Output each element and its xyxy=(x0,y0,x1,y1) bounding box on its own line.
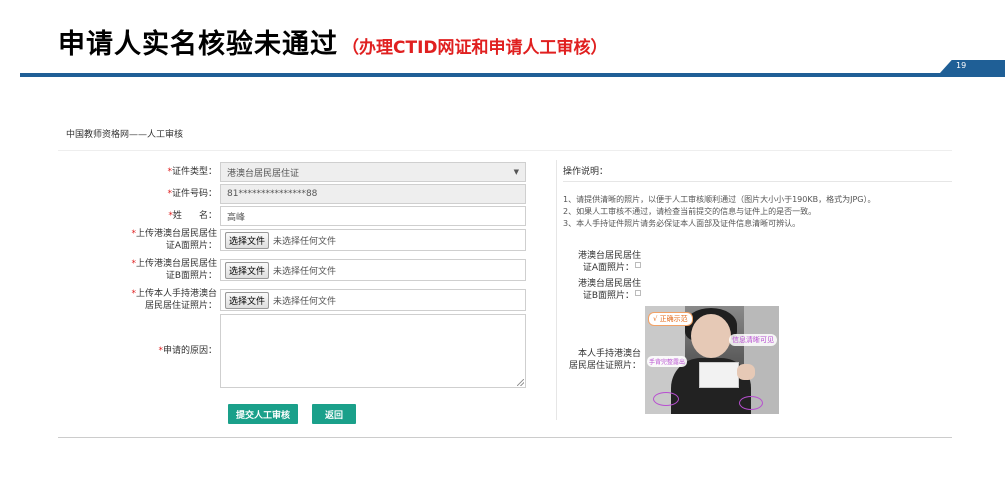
upload-handheld-file-input[interactable]: 选择文件 未选择任何文件 xyxy=(220,289,526,311)
doc-number-value: 81***************88 xyxy=(227,189,318,199)
submit-review-button[interactable]: 提交人工审核 xyxy=(228,404,298,424)
doc-number-field[interactable]: 81***************88 xyxy=(220,184,526,204)
doc-type-select[interactable]: 港澳台居民居住证 ▼ xyxy=(220,162,526,182)
upload-front-label: *上传港澳台居民居住 证A面照片： xyxy=(131,229,217,251)
name-label: *姓 名： xyxy=(168,211,217,221)
row-name: *姓 名： 高峰 xyxy=(58,206,526,226)
column-divider xyxy=(556,160,557,420)
instruction-item: 1、请提供清晰的照片，以便于人工审核顺利通过（图片大小小于190KB，格式为JP… xyxy=(563,195,876,204)
page-number: 19 xyxy=(956,61,967,70)
info-visible-tag: 信息清晰可见 xyxy=(729,334,777,346)
doc-type-label: *证件类型： xyxy=(167,167,217,177)
choose-file-button[interactable]: 选择文件 xyxy=(225,261,270,279)
file-status: 未选择任何文件 xyxy=(273,236,337,247)
sample-front-label: 港澳台居民居住 证A面照片： xyxy=(577,251,641,273)
id-card-image xyxy=(699,362,739,388)
resize-grip-icon[interactable] xyxy=(517,379,524,386)
instruction-item: 2、如果人工审核不通过，请检查当前提交的信息与证件上的是否一致。 xyxy=(563,207,817,216)
slide-title-subtitle: （办理CTID网证和申请人工审核） xyxy=(342,38,608,58)
broken-image-icon xyxy=(635,290,641,296)
sample-handheld-label: 本人手持港澳台 居民居住证照片： xyxy=(568,349,641,371)
row-upload-front: *上传港澳台居民居住 证A面照片： 选择文件 未选择任何文件 xyxy=(58,228,526,252)
page-number-tab xyxy=(940,60,1005,73)
file-status: 未选择任何文件 xyxy=(273,296,337,307)
instructions-title: 操作说明： xyxy=(563,167,609,177)
hand-visible-tag: 手背完整露出 xyxy=(647,356,688,367)
file-status: 未选择任何文件 xyxy=(273,266,337,277)
row-upload-back: *上传港澳台居民居住 证B面照片： 选择文件 未选择任何文件 xyxy=(58,258,526,282)
manual-review-panel: 中国教师资格网——人工审核 *证件类型： 港澳台居民居住证 ▼ *证件号码： 8… xyxy=(58,108,952,438)
choose-file-button[interactable]: 选择文件 xyxy=(225,291,270,309)
title-underline xyxy=(20,73,1005,77)
doc-type-selected-value: 港澳台居民居住证 xyxy=(227,168,300,179)
panel-footer-divider xyxy=(58,437,952,438)
doc-number-label: *证件号码： xyxy=(167,189,217,199)
sample-back-label: 港澳台居民居住 证B面照片： xyxy=(577,279,641,301)
name-value: 高峰 xyxy=(227,212,246,223)
upload-back-label: *上传港澳台居民居住 证B面照片： xyxy=(131,259,217,281)
row-upload-handheld: *上传本人手持港澳台 居民居住证照片： 选择文件 未选择任何文件 xyxy=(58,288,526,312)
broken-image-icon xyxy=(635,262,641,268)
name-field[interactable]: 高峰 xyxy=(220,206,526,226)
reason-textarea[interactable] xyxy=(220,314,526,388)
instruction-item: 3、本人手持证件照片请务必保证本人面部及证件信息清晰可辨认。 xyxy=(563,219,801,228)
choose-file-button[interactable]: 选择文件 xyxy=(225,231,270,249)
presentation-slide: 申请人实名核验未通过 （办理CTID网证和申请人工审核） 19 中国教师资格网——… xyxy=(0,0,1005,478)
panel-header-divider xyxy=(58,150,952,151)
reason-label: *申请的原因： xyxy=(158,346,217,356)
back-button[interactable]: 返回 xyxy=(312,404,356,424)
upload-back-file-input[interactable]: 选择文件 未选择任何文件 xyxy=(220,259,526,281)
panel-header: 中国教师资格网——人工审核 xyxy=(66,130,184,140)
row-doc-type: *证件类型： 港澳台居民居住证 ▼ xyxy=(58,162,526,182)
upload-handheld-label: *上传本人手持港澳台 居民居住证照片： xyxy=(131,289,217,311)
instructions-divider xyxy=(563,181,952,182)
correct-example-tag: √ 正确示范 xyxy=(648,312,693,326)
upload-front-file-input[interactable]: 选择文件 未选择任何文件 xyxy=(220,229,526,251)
slide-title: 申请人实名核验未通过 （办理CTID网证和申请人工审核） xyxy=(58,22,608,61)
instructions-list: 1、请提供清晰的照片，以便于人工审核顺利通过（图片大小小于190KB，格式为JP… xyxy=(563,194,952,230)
chevron-down-icon: ▼ xyxy=(513,168,519,176)
row-reason: *申请的原因： xyxy=(58,314,526,388)
handheld-sample-photo: √ 正确示范 信息清晰可见 手背完整露出 xyxy=(645,306,779,414)
slide-title-main: 申请人实名核验未通过 xyxy=(58,29,338,60)
row-doc-number: *证件号码： 81***************88 xyxy=(58,184,526,204)
